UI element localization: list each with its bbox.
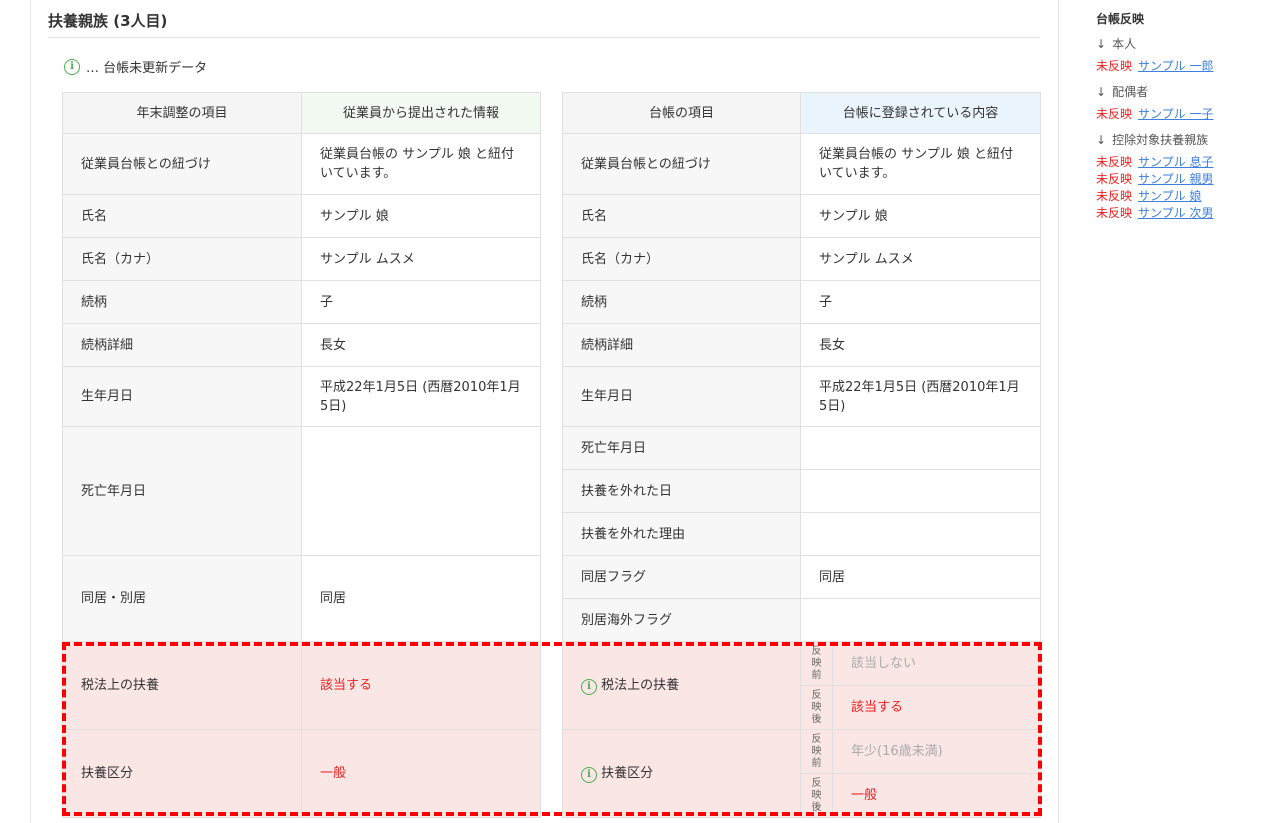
row-value: 平成22年1月5日 (西暦2010年1月5日) (800, 366, 1041, 427)
legend-text: … 台帳未更新データ (86, 61, 208, 76)
after-value: 一般 (832, 773, 1041, 818)
ledger-table: 台帳の項目 台帳に登録されている内容 従業員台帳との紐づけ 従業員台帳の サンプル … (562, 92, 1041, 818)
row-value: 平成22年1月5日 (西暦2010年1月5日) (301, 366, 541, 427)
group-label: 配偶者 (1112, 85, 1149, 99)
info-icon: i (64, 58, 80, 75)
status: 未反映 (1096, 172, 1133, 186)
row-label: 生年月日 (62, 366, 302, 427)
row-value (301, 426, 541, 556)
header: 台帳に登録されている内容 (800, 92, 1041, 134)
arrow-down-icon: ↓ (1096, 84, 1107, 99)
row-value: 同居 (301, 555, 541, 642)
row-label: 続柄詳細 (62, 323, 302, 367)
row-label: 同居フラグ (562, 555, 801, 599)
row-value: 一般 (301, 729, 541, 818)
header: 台帳の項目 (562, 92, 801, 134)
sidebar-title: 台帳反映 (1096, 12, 1145, 26)
header: 年末調整の項目 (62, 92, 302, 134)
row-value: 子 (800, 280, 1041, 324)
row-label: 同居・別居 (62, 555, 302, 642)
row-value: 長女 (301, 323, 541, 367)
row-value: サンプル ムスメ (301, 237, 541, 281)
after-value: 該当する (832, 685, 1041, 730)
page-title: 扶養親族 (3人目) (48, 12, 168, 30)
row-label: 扶養を外れた理由 (562, 512, 801, 556)
row-value: サンプル 娘 (301, 194, 541, 238)
row-label: 死亡年月日 (62, 426, 302, 556)
status: 未反映 (1096, 59, 1133, 73)
arrow-down-icon: ↓ (1096, 36, 1107, 51)
row-label: 別居海外フラグ (562, 598, 801, 642)
row-value (800, 426, 1041, 470)
row-label: 従業員台帳との紐づけ (62, 133, 302, 195)
person-link[interactable]: サンプル 親男 (1138, 171, 1213, 188)
after-label: 反映後 (800, 773, 833, 818)
before-value: 年少(16歳未満) (832, 729, 1041, 774)
row-value: 同居 (800, 555, 1041, 599)
diff-label-text: 扶養区分 (601, 766, 654, 781)
person-link[interactable]: サンプル 娘 (1138, 188, 1201, 205)
legend: i … 台帳未更新データ (64, 57, 207, 76)
row-label: 扶養を外れた日 (562, 469, 801, 513)
row-value: 従業員台帳の サンプル 娘 と紐付いています。 (800, 133, 1041, 195)
row-label: 氏名（カナ） (562, 237, 801, 281)
info-icon[interactable]: i (581, 766, 597, 783)
person-link[interactable]: サンプル 息子 (1138, 154, 1213, 171)
person-link[interactable]: サンプル 次男 (1138, 205, 1213, 222)
arrow-down-icon: ↓ (1096, 132, 1107, 147)
person-link[interactable]: サンプル 一郎 (1138, 58, 1213, 75)
row-label: 扶養区分 (62, 729, 302, 818)
row-label: 死亡年月日 (562, 426, 801, 470)
row-value: 該当する (301, 641, 541, 730)
row-value: サンプル 娘 (800, 194, 1041, 238)
row-value: 従業員台帳の サンプル 娘 と紐付いています。 (301, 133, 541, 195)
diff-label: i 扶養区分 (562, 729, 801, 818)
before-label: 反映前 (800, 729, 833, 774)
submitted-info-table: 年末調整の項目 従業員から提出された情報 従業員台帳との紐づけ 従業員台帳の サンプ… (62, 92, 541, 818)
status: 未反映 (1096, 107, 1133, 121)
ledger-sidebar: 台帳反映 ↓ 本人 未反映 サンプル 一郎 ↓ 配偶者 未反映 サンプル 一子 ↓ 控除対… (1096, 10, 1213, 222)
group-label: 控除対象扶養親族 (1112, 133, 1209, 147)
row-value: 子 (301, 280, 541, 324)
after-label: 反映後 (800, 685, 833, 730)
diff-label: i 税法上の扶養 (562, 641, 801, 730)
diff-label-text: 税法上の扶養 (601, 678, 680, 693)
person-link[interactable]: サンプル 一子 (1138, 106, 1213, 123)
info-icon[interactable]: i (581, 678, 597, 695)
status: 未反映 (1096, 155, 1133, 169)
row-label: 続柄 (562, 280, 801, 324)
row-label: 氏名（カナ） (62, 237, 302, 281)
row-value (800, 598, 1041, 642)
row-value (800, 469, 1041, 513)
row-label: 氏名 (562, 194, 801, 238)
row-value: サンプル ムスメ (800, 237, 1041, 281)
row-label: 税法上の扶養 (62, 641, 302, 730)
row-label: 続柄詳細 (562, 323, 801, 367)
row-label: 生年月日 (562, 366, 801, 427)
row-label: 氏名 (62, 194, 302, 238)
status: 未反映 (1096, 206, 1133, 220)
before-value: 該当しない (832, 641, 1041, 686)
before-label: 反映前 (800, 641, 833, 686)
status: 未反映 (1096, 189, 1133, 203)
group-label: 本人 (1112, 37, 1137, 51)
divider (48, 37, 1040, 38)
row-label: 従業員台帳との紐づけ (562, 133, 801, 195)
header: 従業員から提出された情報 (301, 92, 541, 134)
row-value: 長女 (800, 323, 1041, 367)
row-label: 続柄 (62, 280, 302, 324)
row-value (800, 512, 1041, 556)
